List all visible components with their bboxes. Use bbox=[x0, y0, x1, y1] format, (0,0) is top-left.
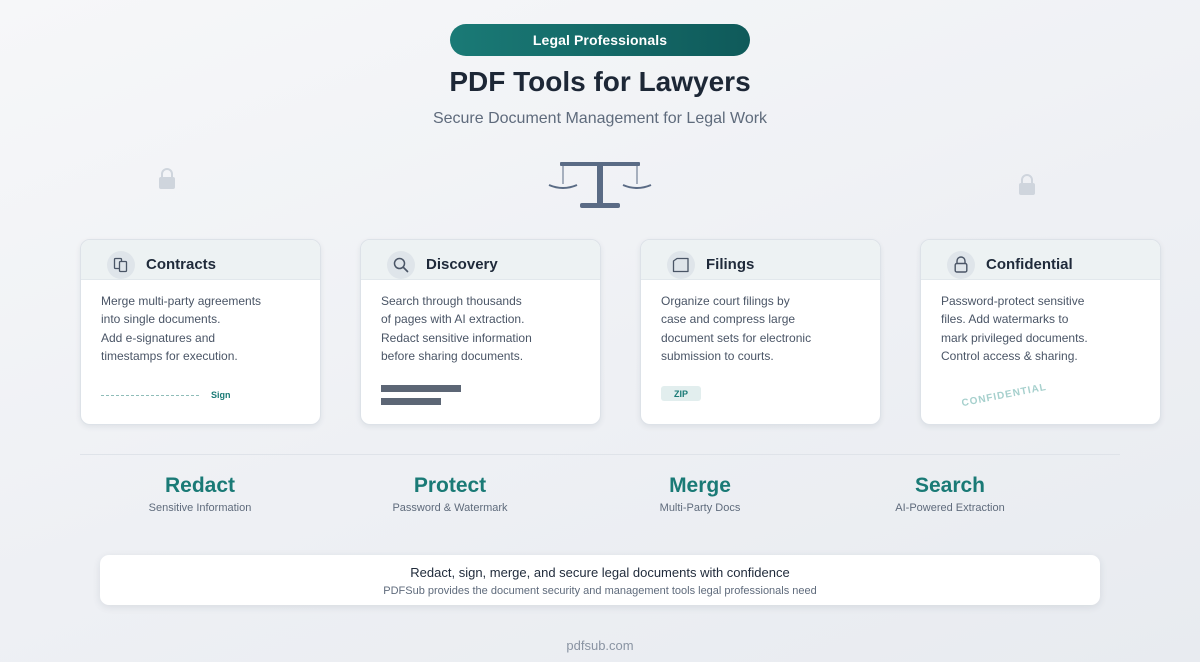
card-line: before sharing documents. bbox=[381, 348, 524, 363]
redaction-bar bbox=[381, 385, 461, 392]
footer-domain: pdfsub.com bbox=[566, 638, 634, 653]
card-line: Search through thousands bbox=[381, 294, 522, 308]
card-header: Discovery bbox=[361, 240, 600, 280]
feature-name: Merge bbox=[669, 474, 731, 497]
card-title: Discovery bbox=[426, 256, 498, 273]
feature-description: Sensitive Information bbox=[148, 502, 252, 514]
card-line: into single documents. bbox=[101, 311, 221, 326]
card-line: Control access & sharing. bbox=[941, 348, 1078, 363]
feature-description: AI-Powered Extraction bbox=[895, 502, 1005, 514]
redaction-bar bbox=[381, 398, 441, 405]
feature-redact: Redact Sensitive Information bbox=[100, 474, 300, 514]
card-line: document sets for electronic bbox=[661, 331, 812, 345]
card-line: Password-protect sensitive bbox=[941, 294, 1085, 308]
feature-name: Search bbox=[914, 474, 986, 497]
card-description: Password-protect sensitive files. Add wa… bbox=[921, 280, 1160, 365]
lock-icon bbox=[1019, 174, 1035, 195]
card-line: Merge multi-party agreements bbox=[101, 294, 262, 308]
feature-name: Redact bbox=[164, 474, 236, 497]
card-line: timestamps for execution. bbox=[101, 348, 238, 363]
card-line: submission to courts. bbox=[661, 348, 774, 363]
card-title: Confidential bbox=[986, 256, 1073, 273]
section-divider bbox=[80, 454, 1120, 455]
card-description: Merge multi-party agreements into single… bbox=[81, 280, 320, 365]
feature-description: Password & Watermark bbox=[392, 502, 508, 514]
card-line: Organize court filings by bbox=[661, 294, 790, 308]
card-title: Contracts bbox=[146, 256, 217, 273]
card-title: Filings bbox=[706, 256, 755, 273]
card-line: mark privileged documents. bbox=[941, 331, 1088, 345]
card-header: Filings bbox=[641, 240, 880, 280]
confidential-watermark: CONFIDENTIAL bbox=[960, 381, 1048, 410]
page-subtitle: Secure Document Management for Legal Wor… bbox=[432, 110, 768, 127]
audience-badge: Legal Professionals bbox=[450, 24, 750, 56]
signature-line: Sign bbox=[101, 390, 231, 400]
feature-protect: Protect Password & Watermark bbox=[350, 474, 550, 514]
feature-name: Protect bbox=[413, 474, 487, 497]
documents-icon bbox=[107, 250, 135, 279]
card-description: Organize court filings by case and compr… bbox=[641, 280, 880, 365]
feature-description: Multi-Party Docs bbox=[659, 502, 741, 514]
folder-icon bbox=[667, 250, 695, 279]
cta-subtitle: PDFSub provides the document security an… bbox=[383, 585, 817, 597]
scales-of-justice-icon bbox=[548, 162, 652, 208]
feature-search: Search AI-Powered Extraction bbox=[850, 474, 1050, 514]
sign-label: Sign bbox=[211, 390, 231, 400]
cta-title: Redact, sign, merge, and secure legal do… bbox=[410, 565, 790, 580]
signature-dashed-line bbox=[101, 394, 199, 396]
card-discovery: Discovery Search through thousands of pa… bbox=[360, 239, 601, 425]
card-line: Add e-signatures and bbox=[101, 331, 216, 345]
card-line: case and compress large bbox=[661, 311, 796, 326]
card-description: Search through thousands of pages with A… bbox=[361, 280, 600, 365]
search-icon bbox=[387, 250, 415, 279]
cta-banner: Redact, sign, merge, and secure legal do… bbox=[100, 555, 1100, 605]
card-contracts: Contracts Merge multi-party agreements i… bbox=[80, 239, 321, 425]
lock-icon bbox=[159, 168, 175, 189]
card-header: Confidential bbox=[921, 240, 1160, 280]
lock-icon bbox=[947, 250, 975, 279]
page-title: PDF Tools for Lawyers bbox=[449, 66, 751, 97]
zip-tag: ZIP bbox=[661, 386, 701, 401]
card-line: Redact sensitive information bbox=[381, 331, 532, 345]
card-line: of pages with AI extraction. bbox=[381, 311, 525, 326]
card-line: files. Add watermarks to bbox=[941, 311, 1069, 326]
card-confidential: Confidential Password-protect sensitive … bbox=[920, 239, 1161, 425]
card-filings: Filings Organize court filings by case a… bbox=[640, 239, 881, 425]
feature-merge: Merge Multi-Party Docs bbox=[600, 474, 800, 514]
card-header: Contracts bbox=[81, 240, 320, 280]
